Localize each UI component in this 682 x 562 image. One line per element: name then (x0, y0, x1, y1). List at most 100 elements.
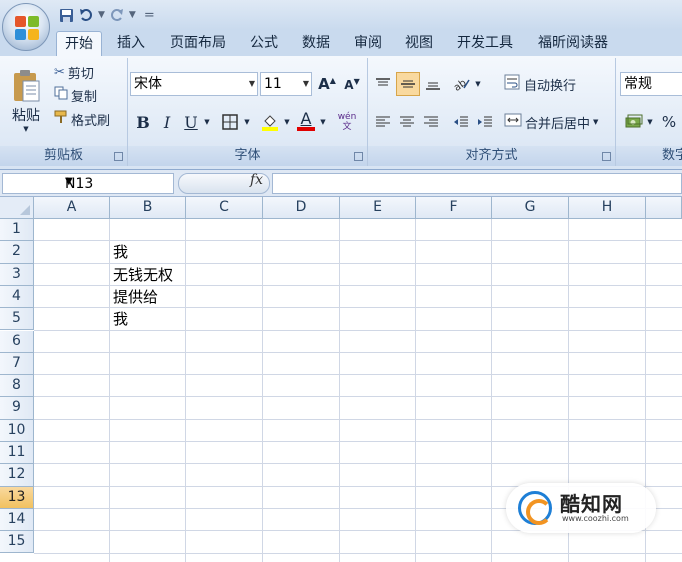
font-color-button[interactable]: A (294, 108, 318, 134)
tab-home[interactable]: 开始 (56, 31, 102, 56)
formula-input[interactable] (272, 173, 682, 194)
font-size-dropdown-icon[interactable]: ▼ (303, 73, 309, 95)
tab-review[interactable]: 审阅 (346, 31, 390, 56)
tab-insert[interactable]: 插入 (110, 31, 152, 56)
format-painter-button[interactable]: 格式刷 (54, 109, 126, 129)
tab-view[interactable]: 视图 (397, 31, 441, 56)
row-header-4[interactable]: 4 (0, 285, 34, 309)
row-header-1[interactable]: 1 (0, 219, 34, 242)
watermark-url: www.coozhi.com (562, 514, 629, 523)
column-header-E[interactable]: E (340, 197, 416, 219)
align-center-button[interactable] (396, 110, 418, 134)
office-button[interactable] (2, 3, 50, 51)
underline-button[interactable]: U (180, 110, 202, 134)
orientation-button[interactable]: ab (450, 72, 474, 96)
row-header-11[interactable]: 11 (0, 442, 34, 465)
column-header-next[interactable] (646, 197, 682, 219)
font-size-value: 11 (264, 76, 282, 92)
cell-B4[interactable]: 提供给 (110, 286, 158, 308)
decrease-indent-button[interactable] (450, 110, 472, 134)
row-header-14[interactable]: 14 (0, 508, 34, 532)
align-left-button[interactable] (372, 110, 394, 134)
increase-indent-button[interactable] (474, 110, 496, 134)
borders-dropdown-icon[interactable]: ▼ (242, 110, 252, 134)
column-gridline (491, 219, 492, 562)
tab-developer[interactable]: 开发工具 (449, 31, 521, 56)
column-header-D[interactable]: D (263, 197, 340, 219)
increase-indent-icon (478, 116, 492, 127)
redo-icon[interactable] (107, 5, 127, 25)
merge-center-label: 合并后居中 (525, 116, 591, 132)
row-header-2[interactable]: 2 (0, 241, 34, 264)
phonetic-label: wén 文 (337, 112, 357, 132)
increase-font-size-button[interactable]: A▲ (315, 72, 339, 96)
bold-button[interactable]: B (132, 110, 154, 134)
row-header-13[interactable]: 13 (0, 486, 34, 509)
italic-button[interactable]: I (156, 110, 178, 134)
undo-icon[interactable] (76, 5, 96, 25)
column-header-B[interactable]: B (110, 197, 186, 219)
insert-function-icon[interactable]: fx (250, 172, 263, 188)
merge-center-button[interactable]: 合并后居中 ▼ (504, 110, 614, 134)
font-dialog-launcher[interactable] (354, 152, 363, 161)
undo-dropdown-icon[interactable]: ▼ (98, 10, 105, 20)
clipboard-dialog-launcher[interactable] (114, 152, 123, 161)
align-right-button[interactable] (420, 110, 442, 134)
cut-button[interactable]: ✂ 剪切 (54, 62, 124, 82)
row-header-6[interactable]: 6 (0, 330, 34, 353)
row-header-7[interactable]: 7 (0, 352, 34, 376)
accounting-dropdown-icon[interactable]: ▼ (646, 110, 654, 134)
row-header-9[interactable]: 9 (0, 397, 34, 420)
column-header-H[interactable]: H (569, 197, 646, 219)
name-box[interactable]: N13 ▼ (2, 173, 174, 194)
row-header-12[interactable]: 12 (0, 464, 34, 487)
save-icon[interactable] (56, 5, 76, 25)
phonetic-guide-button[interactable]: wén 文 (332, 108, 362, 136)
cell-B5[interactable]: 我 (110, 308, 128, 330)
wrap-text-button[interactable]: 自动换行 (504, 72, 612, 96)
cut-label: 剪切 (67, 66, 94, 82)
row-header-10[interactable]: 10 (0, 419, 34, 442)
quick-access-toolbar: ▼ ▼ = (56, 4, 157, 26)
column-header-C[interactable]: C (186, 197, 263, 219)
cell-B2[interactable]: 我 (110, 241, 128, 263)
customize-toolbar-button[interactable]: = (144, 8, 155, 23)
row-header-5[interactable]: 5 (0, 308, 34, 331)
column-header-A[interactable]: A (34, 197, 110, 219)
underline-dropdown-icon[interactable]: ▼ (202, 110, 212, 134)
orientation-dropdown-icon[interactable]: ▼ (474, 72, 482, 96)
font-name-combo[interactable]: 宋体 ▼ (130, 72, 258, 96)
font-group: 宋体 ▼ 11 ▼ A▲ A▼ B I U ▼ ▼ ▼ A ▼ wén 文 字体 (128, 58, 368, 166)
tab-foxit-reader[interactable]: 福昕阅读器 (530, 31, 616, 56)
copy-button[interactable]: 复制 (54, 85, 124, 105)
select-all-button[interactable] (0, 197, 34, 219)
font-size-combo[interactable]: 11 ▼ (260, 72, 312, 96)
align-top-button[interactable] (372, 72, 394, 96)
paste-button[interactable]: 粘贴 ▼ (6, 62, 46, 140)
borders-button[interactable] (218, 110, 242, 134)
row-header-8[interactable]: 8 (0, 375, 34, 398)
fill-color-button[interactable] (258, 110, 282, 134)
name-box-dropdown-icon[interactable]: ▼ (65, 176, 169, 187)
accounting-format-button[interactable] (622, 110, 646, 134)
font-name-dropdown-icon[interactable]: ▼ (249, 73, 255, 95)
tab-page-layout[interactable]: 页面布局 (162, 31, 234, 56)
alignment-dialog-launcher[interactable] (602, 152, 611, 161)
tab-formulas[interactable]: 公式 (242, 31, 286, 56)
fill-bucket-icon (262, 115, 278, 131)
percent-style-button[interactable]: % (658, 110, 680, 134)
fill-color-dropdown-icon[interactable]: ▼ (282, 110, 292, 134)
tab-data[interactable]: 数据 (294, 31, 338, 56)
column-header-F[interactable]: F (416, 197, 492, 219)
row-header-3[interactable]: 3 (0, 263, 34, 286)
cell-B3[interactable]: 无钱无权 (110, 264, 173, 286)
number-format-combo[interactable]: 常规 (620, 72, 682, 96)
decrease-font-size-button[interactable]: A▼ (340, 72, 364, 96)
column-header-G[interactable]: G (492, 197, 569, 219)
row-header-15[interactable]: 15 (0, 531, 34, 554)
font-color-dropdown-icon[interactable]: ▼ (318, 110, 328, 134)
merge-center-dropdown-icon[interactable]: ▼ (593, 118, 598, 126)
align-bottom-button[interactable] (422, 72, 444, 96)
align-middle-button[interactable] (396, 72, 420, 96)
redo-dropdown-icon[interactable]: ▼ (129, 10, 136, 20)
